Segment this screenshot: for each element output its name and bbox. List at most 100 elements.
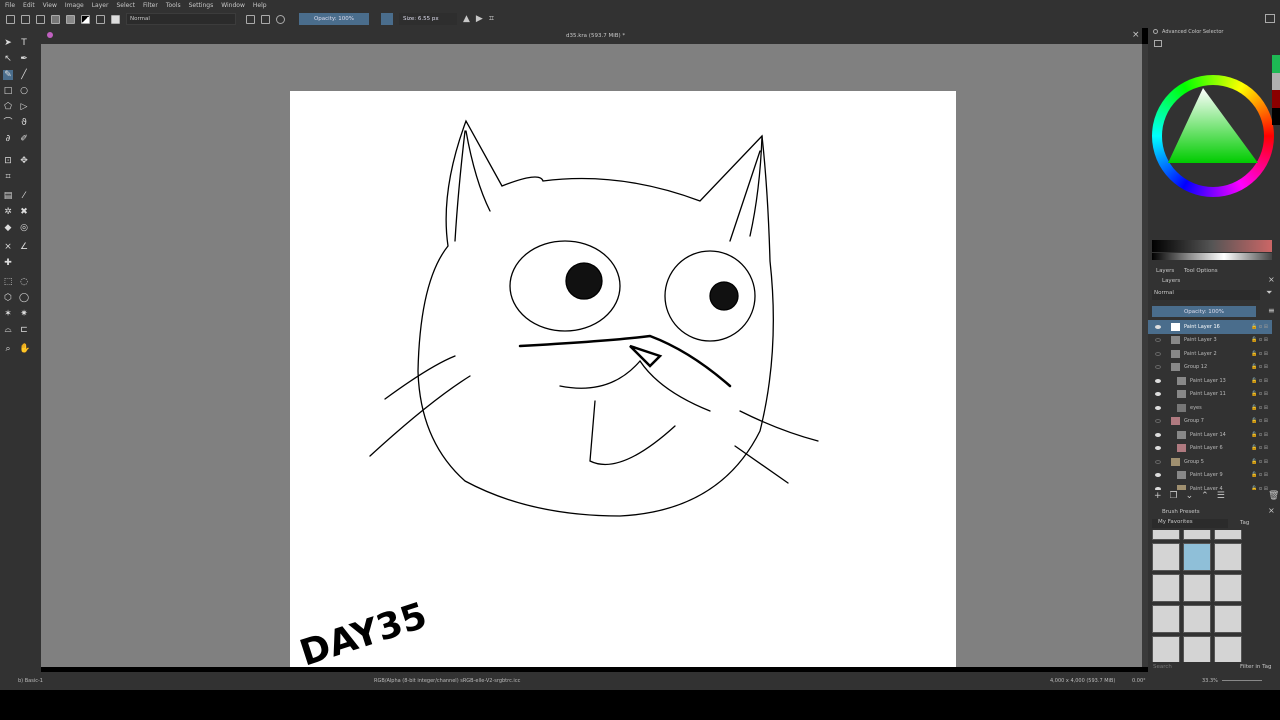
layer-lock-alpha-icons[interactable]: 🔓 α ⊞ [1251, 378, 1268, 384]
visibility-eye-icon[interactable] [1155, 324, 1161, 329]
open-document-icon[interactable] [21, 14, 30, 24]
menu-edit[interactable]: Edit [23, 2, 35, 9]
text-tool-icon[interactable]: T [19, 38, 29, 48]
layer-lock-alpha-icons[interactable]: 🔓 α ⊞ [1251, 364, 1268, 370]
rotation[interactable]: 0.00° [1132, 678, 1146, 684]
freehand-select-tool-icon[interactable]: ◯ [19, 293, 29, 303]
layer-lock-alpha-icons[interactable]: 🔓 α ⊞ [1251, 432, 1268, 438]
layer-row[interactable]: Group 12 🔓 α ⊞ [1148, 361, 1272, 375]
menu-help[interactable]: Help [253, 2, 267, 9]
edit-shapes-tool-icon[interactable]: ↖ [3, 54, 13, 64]
color-selector-settings-icon[interactable] [1154, 40, 1162, 47]
colorize-mask-tool-icon[interactable]: ✲ [3, 207, 13, 217]
layer-row[interactable]: Paint Layer 16 🔓 α ⊞ [1148, 320, 1272, 334]
zoom-slider[interactable] [1222, 680, 1262, 681]
brush-preset-tile[interactable] [1152, 574, 1180, 602]
brush-preset-tile[interactable] [1214, 543, 1242, 571]
history-swatch[interactable] [1272, 90, 1280, 108]
layer-properties-icon[interactable]: ☰ [1217, 491, 1225, 501]
mirror-horizontal-icon[interactable]: ▲ [463, 14, 470, 24]
brush-preset-tile[interactable] [1183, 605, 1211, 633]
bezier-select-tool-icon[interactable]: ⌓ [3, 325, 13, 335]
add-layer-icon[interactable]: + [1154, 491, 1162, 501]
layer-row[interactable]: Group 7 🔓 α ⊞ [1148, 415, 1272, 429]
brush-preset-tile[interactable] [1183, 574, 1211, 602]
enclose-fill-tool-icon[interactable]: ◎ [19, 223, 29, 233]
dock-toggle-icon[interactable] [1265, 14, 1275, 23]
shade-selector[interactable] [1152, 240, 1272, 252]
duplicate-layer-icon[interactable]: ❐ [1170, 491, 1178, 501]
close-document-icon[interactable]: × [1132, 30, 1140, 40]
layer-row[interactable]: Group 5 🔓 α ⊞ [1148, 455, 1272, 469]
zoom-tool-icon[interactable]: ⌕ [3, 344, 13, 354]
tab-tool-options[interactable]: Tool Options [1184, 268, 1218, 274]
close-brush-presets-icon[interactable]: × [1268, 506, 1275, 515]
layer-menu-icon[interactable]: ≡ [1268, 306, 1275, 315]
history-swatch[interactable] [1272, 107, 1280, 125]
color-picker-tool-icon[interactable]: ⁄ [19, 191, 29, 201]
visibility-eye-icon[interactable] [1155, 432, 1161, 437]
menu-select[interactable]: Select [116, 2, 135, 9]
brush-editor-icon[interactable] [111, 14, 120, 24]
canvas-area[interactable]: DAY35 [41, 44, 1142, 667]
move-layer-up-icon[interactable]: ⌃ [1201, 491, 1209, 501]
polyline-tool-icon[interactable]: ▷ [19, 102, 29, 112]
visibility-eye-icon[interactable] [1155, 446, 1161, 451]
saturation-value-triangle[interactable] [1168, 88, 1258, 168]
layer-row[interactable]: Paint Layer 9 🔓 α ⊞ [1148, 469, 1272, 483]
zoom-level[interactable]: 33.3% [1202, 678, 1218, 684]
layer-row[interactable]: eyes 🔓 α ⊞ [1148, 401, 1272, 415]
freehand-path-tool-icon[interactable]: ϑ [19, 118, 29, 128]
brush-preset-tile[interactable] [1214, 636, 1242, 662]
layer-row[interactable]: Paint Layer 14 🔓 α ⊞ [1148, 428, 1272, 442]
drawing-canvas[interactable]: DAY35 [290, 91, 956, 667]
smart-patch-tool-icon[interactable]: ✖ [19, 207, 29, 217]
assistant-tool-icon[interactable]: ⨯ [3, 242, 13, 252]
select-shapes-tool-icon[interactable]: ➤ [3, 38, 13, 48]
visibility-eye-icon[interactable] [1155, 459, 1161, 464]
gradient-icon[interactable] [51, 14, 60, 24]
alpha-lock-icon[interactable] [261, 14, 270, 24]
reload-preset-icon[interactable] [276, 14, 285, 24]
layer-lock-alpha-icons[interactable]: 🔓 α ⊞ [1251, 418, 1268, 424]
dynamic-brush-tool-icon[interactable]: ∂ [3, 134, 13, 144]
blend-mode-select[interactable]: Normal [126, 13, 236, 25]
fg-bg-color-icon[interactable] [81, 14, 90, 24]
layer-row[interactable]: Paint Layer 11 🔓 α ⊞ [1148, 388, 1272, 402]
menu-filter[interactable]: Filter [143, 2, 158, 9]
eraser-icon[interactable] [246, 14, 255, 24]
move-layer-down-icon[interactable]: ⌄ [1186, 491, 1194, 501]
visibility-eye-icon[interactable] [1155, 486, 1161, 490]
menu-image[interactable]: Image [65, 2, 84, 9]
delete-layer-icon[interactable]: 🗑 [1268, 491, 1279, 501]
filter-in-tag-checkbox[interactable]: Filter in Tag [1240, 664, 1271, 670]
bezier-tool-icon[interactable]: ⌒ [3, 118, 13, 128]
brush-preset-tile[interactable] [1183, 530, 1211, 540]
layer-blend-mode-select[interactable]: Normal [1152, 290, 1260, 300]
fill-tool-icon[interactable]: ◆ [3, 223, 13, 233]
move-tool-icon[interactable]: ✥ [19, 156, 29, 166]
layer-row[interactable]: Paint Layer 6 🔓 α ⊞ [1148, 442, 1272, 456]
brush-preset-tile[interactable] [1152, 605, 1180, 633]
contiguous-select-tool-icon[interactable]: ✶ [3, 309, 13, 319]
save-icon[interactable] [36, 14, 45, 24]
brush-preset-tile[interactable] [1152, 636, 1180, 662]
opacity-slider[interactable]: Opacity: 100% [299, 13, 369, 25]
freehand-brush-tool-icon[interactable]: ✎ [3, 70, 13, 80]
visibility-eye-icon[interactable] [1155, 365, 1161, 370]
layer-lock-alpha-icons[interactable]: 🔓 α ⊞ [1251, 351, 1268, 357]
layer-lock-alpha-icons[interactable]: 🔓 α ⊞ [1251, 445, 1268, 451]
brush-preset-tile[interactable] [1214, 574, 1242, 602]
layer-row[interactable]: Paint Layer 4 🔓 α ⊞ [1148, 482, 1272, 490]
brush-preset-tile[interactable] [1214, 530, 1242, 540]
pattern-icon[interactable] [66, 14, 75, 24]
visibility-eye-icon[interactable] [1155, 351, 1161, 356]
layer-row[interactable]: Paint Layer 3 🔓 α ⊞ [1148, 334, 1272, 348]
layer-row[interactable]: Paint Layer 2 🔓 α ⊞ [1148, 347, 1272, 361]
rect-select-tool-icon[interactable]: ⬚ [3, 277, 13, 287]
ellipse-select-tool-icon[interactable]: ◌ [19, 277, 29, 287]
layer-opacity-slider[interactable]: Opacity: 100% [1152, 306, 1256, 317]
menu-view[interactable]: View [43, 2, 57, 9]
visibility-eye-icon[interactable] [1155, 419, 1161, 424]
visibility-eye-icon[interactable] [1155, 338, 1161, 343]
